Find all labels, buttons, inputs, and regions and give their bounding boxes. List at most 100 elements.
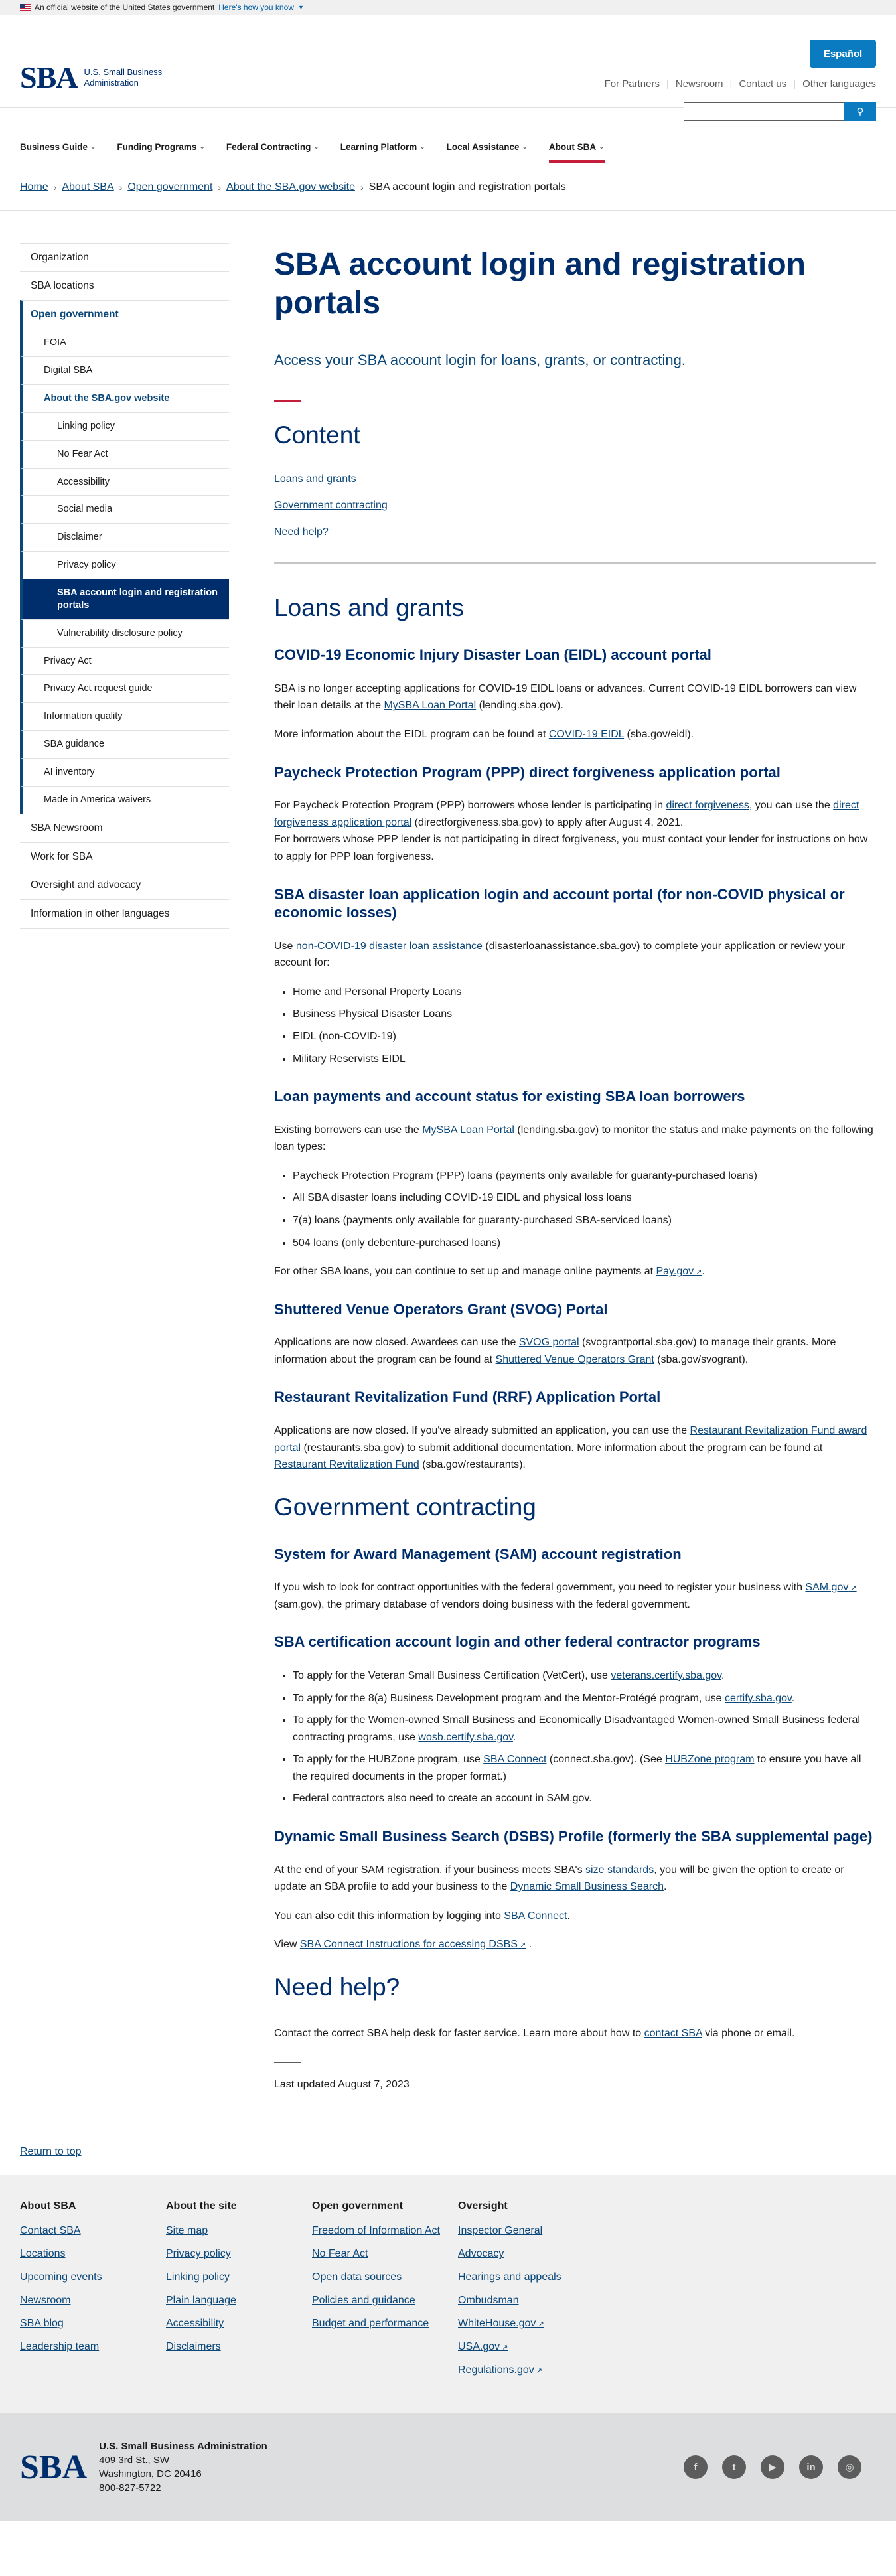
nav-about-sba[interactable]: About SBA ⌄ <box>548 131 605 163</box>
sidenav-sba-guidance[interactable]: SBA guidance <box>20 730 229 758</box>
sba-connect-link-2[interactable]: SBA Connect <box>504 1910 567 1922</box>
rrf-heading: Restaurant Revitalization Fund (RRF) App… <box>274 1389 661 1406</box>
sidenav-disclaimer[interactable]: Disclaimer <box>20 523 229 552</box>
hubzone-link[interactable]: HUBZone program <box>665 1754 754 1765</box>
dsbs-link[interactable]: Dynamic Small Business Search <box>510 1881 664 1892</box>
sidenav-other-languages[interactable]: Information in other languages <box>20 899 229 929</box>
sidenav-information-quality[interactable]: Information quality <box>20 702 229 731</box>
sba-logo[interactable]: SBA U.S. Small Business Administration <box>20 62 162 93</box>
util-link-contact[interactable]: Contact us <box>739 78 786 90</box>
search-button[interactable]: ⚲ <box>844 102 876 121</box>
sidenav-vulnerability[interactable]: Vulnerability disclosure policy <box>20 619 229 647</box>
nav-business-guide[interactable]: Business Guide ⌄ <box>20 131 96 163</box>
footer-link[interactable]: Budget and performance <box>312 2317 458 2330</box>
svog-program-link[interactable]: Shuttered Venue Operators Grant <box>496 1354 654 1365</box>
footer-link[interactable]: Hearings and appeals <box>458 2271 604 2284</box>
contact-sba-link[interactable]: contact SBA <box>644 2028 702 2039</box>
list-item: To apply for the Women-owned Small Busin… <box>293 1712 876 1746</box>
search-form: ⚲ <box>684 102 876 121</box>
sidenav-oversight[interactable]: Oversight and advocacy <box>20 870 229 899</box>
sidenav-privacy-act[interactable]: Privacy Act <box>20 646 229 675</box>
heres-how-link[interactable]: Here's how you know <box>218 3 294 12</box>
paygov-link[interactable]: Pay.gov <box>656 1266 702 1277</box>
footer-link[interactable]: SBA blog <box>20 2317 166 2330</box>
twitter-icon[interactable]: t <box>722 2455 746 2480</box>
footer-link[interactable]: Locations <box>20 2247 166 2261</box>
sidenav-no-fear-act[interactable]: No Fear Act <box>20 439 229 468</box>
sidenav-made-in-america[interactable]: Made in America waivers <box>20 785 229 814</box>
search-input[interactable] <box>684 102 844 121</box>
direct-forgiveness-link[interactable]: direct forgiveness <box>666 800 749 811</box>
breadcrumb-about-website[interactable]: About the SBA.gov website <box>226 181 355 193</box>
sidenav-digital-sba[interactable]: Digital SBA <box>20 356 229 385</box>
return-to-top-link[interactable]: Return to top <box>0 2146 896 2158</box>
sidenav-newsroom[interactable]: SBA Newsroom <box>20 813 229 842</box>
certify-link[interactable]: certify.sba.gov <box>725 1693 792 1704</box>
util-link-partners[interactable]: For Partners <box>605 78 660 90</box>
covid-eidl-link[interactable]: COVID-19 EIDL <box>549 729 624 740</box>
espanol-button[interactable]: Español <box>810 40 876 68</box>
youtube-icon[interactable]: ▶ <box>761 2455 784 2480</box>
sam-gov-link[interactable]: SAM.gov <box>805 1582 856 1593</box>
footer-link[interactable]: Contact SBA <box>20 2224 166 2237</box>
dsbs-instructions-link[interactable]: SBA Connect Instructions for accessing D… <box>300 1939 526 1950</box>
breadcrumb-home[interactable]: Home <box>20 181 48 193</box>
sba-connect-link[interactable]: SBA Connect <box>483 1754 546 1765</box>
vetcert-link[interactable]: veterans.certify.sba.gov <box>611 1670 721 1681</box>
sidenav-linking-policy[interactable]: Linking policy <box>20 412 229 440</box>
footer-link[interactable]: No Fear Act <box>312 2247 458 2261</box>
footer-link[interactable]: Leadership team <box>20 2340 166 2354</box>
util-link-newsroom[interactable]: Newsroom <box>676 78 723 90</box>
instagram-icon[interactable]: ◎ <box>838 2455 861 2480</box>
footer-link[interactable]: Upcoming events <box>20 2271 166 2284</box>
sidenav-foia[interactable]: FOIA <box>20 329 229 357</box>
footer-link[interactable]: Inspector General <box>458 2224 604 2237</box>
footer-link[interactable]: Open data sources <box>312 2271 458 2284</box>
footer-link[interactable]: Linking policy <box>166 2271 312 2284</box>
footer-link[interactable]: Ombudsman <box>458 2294 604 2307</box>
mysba-loan-portal-link-2[interactable]: MySBA Loan Portal <box>422 1124 514 1136</box>
rrf-program-link[interactable]: Restaurant Revitalization Fund <box>274 1459 419 1470</box>
linkedin-icon[interactable]: in <box>799 2455 823 2480</box>
sidenav-work-for-sba[interactable]: Work for SBA <box>20 842 229 871</box>
footer-sba-logo[interactable]: SBA <box>20 2448 87 2487</box>
sidenav-ai-inventory[interactable]: AI inventory <box>20 757 229 786</box>
nav-federal-contracting[interactable]: Federal Contracting ⌄ <box>226 131 319 163</box>
toc-government-contracting[interactable]: Government contracting <box>274 500 876 512</box>
size-standards-link[interactable]: size standards <box>585 1864 654 1876</box>
footer-link[interactable]: Regulations.gov <box>458 2364 604 2377</box>
sidenav-privacy-act-guide[interactable]: Privacy Act request guide <box>20 674 229 703</box>
footer-link[interactable]: Newsroom <box>20 2294 166 2307</box>
footer-link[interactable]: Advocacy <box>458 2247 604 2261</box>
footer-link[interactable]: Privacy policy <box>166 2247 312 2261</box>
sidenav-social-media[interactable]: Social media <box>20 495 229 524</box>
disaster-assistance-link[interactable]: non-COVID-19 disaster loan assistance <box>296 941 483 952</box>
wosb-link[interactable]: wosb.certify.sba.gov <box>418 1732 513 1743</box>
nav-learning-platform[interactable]: Learning Platform ⌄ <box>340 131 425 163</box>
footer-link[interactable]: Freedom of Information Act <box>312 2224 458 2237</box>
breadcrumb-open-government[interactable]: Open government <box>127 181 212 193</box>
footer-link[interactable]: Disclaimers <box>166 2340 312 2354</box>
toc-loans-grants[interactable]: Loans and grants <box>274 473 876 485</box>
util-link-languages[interactable]: Other languages <box>802 78 876 90</box>
toc-need-help[interactable]: Need help? <box>274 526 876 538</box>
nav-funding-programs[interactable]: Funding Programs ⌄ <box>117 131 204 163</box>
sidenav-organization[interactable]: Organization <box>20 243 229 271</box>
footer-link[interactable]: Accessibility <box>166 2317 312 2330</box>
mysba-loan-portal-link[interactable]: MySBA Loan Portal <box>384 700 476 711</box>
svog-portal-link[interactable]: SVOG portal <box>519 1337 579 1348</box>
footer-link[interactable]: Policies and guidance <box>312 2294 458 2307</box>
sidenav-open-government[interactable]: Open government <box>20 300 229 329</box>
sidenav-account-login[interactable]: SBA account login and registration porta… <box>20 579 229 619</box>
footer-link[interactable]: WhiteHouse.gov <box>458 2317 604 2330</box>
footer-link[interactable]: Site map <box>166 2224 312 2237</box>
footer-link[interactable]: Plain language <box>166 2294 312 2307</box>
sidenav-about-website[interactable]: About the SBA.gov website <box>20 384 229 412</box>
sidenav-privacy-policy[interactable]: Privacy policy <box>20 551 229 579</box>
facebook-icon[interactable]: f <box>684 2455 708 2480</box>
sidenav-sba-locations[interactable]: SBA locations <box>20 271 229 300</box>
nav-local-assistance[interactable]: Local Assistance ⌄ <box>447 131 528 163</box>
footer-link[interactable]: USA.gov <box>458 2340 604 2354</box>
breadcrumb-about-sba[interactable]: About SBA <box>62 181 113 193</box>
sidenav-accessibility[interactable]: Accessibility <box>20 467 229 496</box>
